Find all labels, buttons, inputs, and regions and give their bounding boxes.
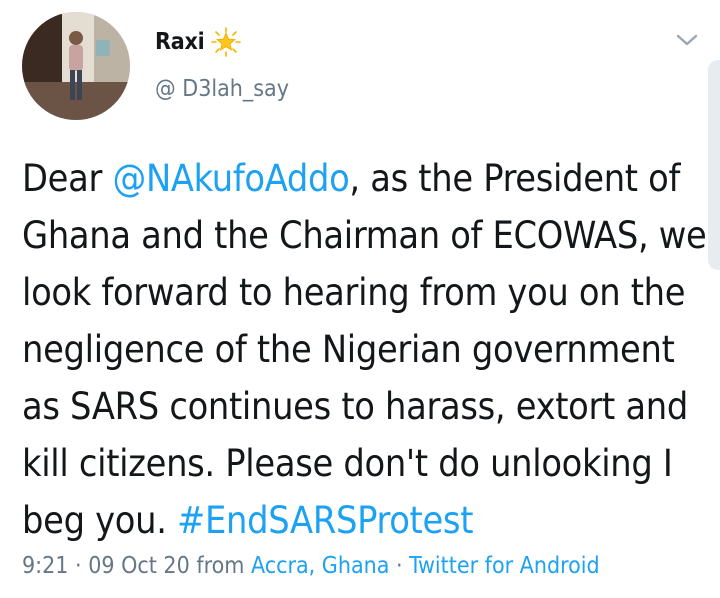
location-link[interactable]: Accra, Ghana (251, 553, 389, 579)
hashtag-link[interactable]: #EndSARSProtest (177, 498, 473, 542)
tweet-line: look forward to hearing from you on the (22, 270, 686, 314)
tweet-line: Ghana and the Chairman of ECOWAS, we (22, 213, 707, 257)
client-link[interactable]: Twitter for Android (409, 553, 599, 579)
tweet-text: Dear @NAkufoAddo, as the President of Gh… (22, 150, 708, 549)
tweet-card: Raxi @ D3lah_say Dear @NAkufoAddo, as th… (0, 0, 720, 598)
tweet-line: as SARS continues to harass, extort and (22, 384, 688, 428)
avatar-photo (22, 12, 130, 120)
avatar[interactable] (22, 12, 130, 120)
chevron-down-icon[interactable] (674, 30, 700, 50)
tweet-text-segment: beg you. (22, 498, 178, 542)
meta-from: from (189, 553, 251, 579)
mention-link[interactable]: @NAkufoAddo (113, 156, 350, 200)
star-emoji-icon (210, 27, 241, 57)
scrollbar[interactable] (708, 60, 720, 270)
tweet-text-segment: , as the President of (349, 156, 681, 200)
author-display-name[interactable]: Raxi (155, 27, 241, 57)
tweet-line: kill citizens. Please don't do unlooking… (22, 441, 673, 485)
tweet-line: beg you. #EndSARSProtest (22, 492, 708, 549)
tweet-line: negligence of the Nigerian government (22, 327, 675, 371)
tweet-metadata: 9:21 · 09 Oct 20 from Accra, Ghana · Twi… (22, 553, 600, 579)
tweet-date: 09 Oct 20 (88, 553, 190, 579)
tweet-text-segment: Dear (22, 156, 113, 200)
author-handle[interactable]: @ D3lah_say (155, 76, 289, 102)
meta-separator: · (389, 553, 410, 579)
tweet-line: Dear @NAkufoAddo, as the President of (22, 150, 708, 207)
meta-separator: · (68, 553, 89, 579)
tweet-time: 9:21 (22, 553, 69, 579)
author-name-text: Raxi (155, 29, 205, 55)
